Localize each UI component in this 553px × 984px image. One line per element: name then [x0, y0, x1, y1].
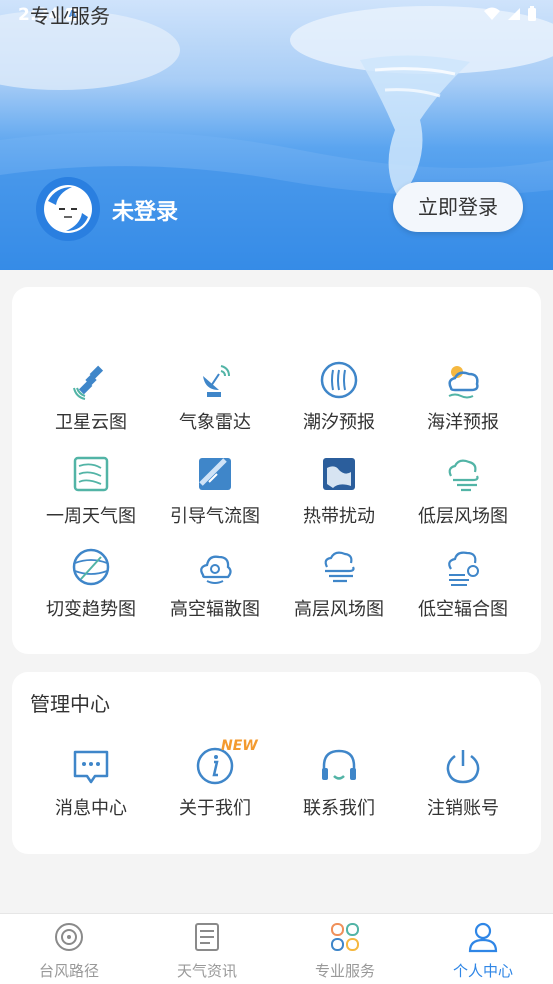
management-title: 管理中心 — [30, 692, 110, 716]
bottom-tab-bar: 台风路径 天气资讯 专业服务 个人中心 — [0, 913, 553, 984]
tab-label: 专业服务 — [314, 962, 375, 980]
power-icon — [446, 750, 480, 784]
avatar-face-icon — [44, 185, 92, 233]
grid-item-label: 潮汐预报 — [303, 412, 375, 433]
grid-item-upper-divergence[interactable]: 高空辐散图 — [153, 547, 277, 621]
tide-icon — [320, 361, 358, 399]
grid-item-label: 切变趋势图 — [46, 599, 136, 620]
grid-item-label: 联系我们 — [303, 798, 375, 819]
services-grid-icon — [331, 923, 359, 951]
grid-item-label: 关于我们 — [179, 798, 251, 819]
grid-item-radar[interactable]: 气象雷达 — [153, 360, 277, 434]
grid-item-label: 消息中心 — [55, 798, 127, 819]
battery-icon — [528, 6, 536, 21]
new-badge: NEW — [221, 738, 258, 754]
grid-item-label: 海洋预报 — [427, 412, 499, 433]
grid-item-low-convergence[interactable]: 低空辐合图 — [401, 547, 525, 621]
grid-item-label: 注销账号 — [427, 798, 499, 819]
wifi-icon — [484, 7, 500, 20]
cloud-wind-high-icon — [324, 551, 355, 583]
user-icon — [468, 922, 498, 953]
grid-item-upper-wind[interactable]: 高层风场图 — [277, 547, 401, 621]
cloud-wind-icon — [448, 459, 479, 492]
grid-item-label: 引导气流图 — [170, 506, 260, 527]
grid-item-steering-flow[interactable]: 引导气流图 — [153, 454, 277, 528]
grid-item-label: 一周天气图 — [46, 506, 136, 527]
grid-item-label: 气象雷达 — [179, 412, 251, 433]
headset-icon — [322, 749, 356, 780]
profile-header: 2:24 A 未登录 立即登录 — [0, 0, 553, 270]
grid-item-label: 卫星云图 — [55, 412, 127, 433]
grid-item-about-us[interactable]: 关于我们 — [153, 746, 277, 820]
tab-label: 天气资讯 — [176, 962, 237, 980]
login-status-text: 未登录 — [112, 200, 179, 225]
grid-item-label: 低层风场图 — [418, 506, 508, 527]
grid-item-label: 高空辐散图 — [170, 599, 260, 620]
pro-services-title: 专业服务 — [30, 4, 110, 28]
tab-weather-news[interactable]: 天气资讯 — [138, 920, 276, 981]
shear-globe-icon — [72, 548, 110, 586]
grid-item-low-wind[interactable]: 低层风场图 — [401, 454, 525, 528]
grid-item-satellite[interactable]: 卫星云图 — [29, 360, 153, 434]
satellite-icon — [73, 365, 104, 400]
grid-item-contact-us[interactable]: 联系我们 — [277, 746, 401, 820]
cloud-convergence-icon — [448, 551, 479, 586]
grid-item-cancel-account[interactable]: 注销账号 — [401, 746, 525, 820]
login-button[interactable]: 立即登录 — [393, 182, 523, 232]
grid-item-shear-trend[interactable]: 切变趋势图 — [29, 547, 153, 621]
tab-label: 个人中心 — [452, 962, 513, 980]
radar-dish-icon — [203, 365, 230, 397]
grid-item-label: 低空辐合图 — [418, 599, 508, 620]
typhoon-icon — [55, 923, 83, 951]
avatar[interactable] — [36, 177, 100, 241]
grid-item-label: 热带扰动 — [303, 506, 375, 527]
tab-pro-services[interactable]: 专业服务 — [276, 920, 414, 981]
message-icon — [73, 750, 109, 784]
grid-item-label: 高层风场图 — [294, 599, 384, 620]
weather-map-icon — [73, 456, 109, 492]
grid-item-message-center[interactable]: 消息中心 — [29, 746, 153, 820]
steering-flow-map-icon — [199, 458, 231, 490]
news-icon — [195, 923, 219, 951]
tab-personal-center[interactable]: 个人中心 — [414, 920, 552, 981]
sun-cloud-icon — [448, 366, 479, 399]
grid-item-tropical[interactable]: 热带扰动 — [277, 454, 401, 528]
tab-label: 台风路径 — [38, 962, 99, 980]
tab-typhoon-path[interactable]: 台风路径 — [0, 920, 138, 981]
grid-item-tide[interactable]: 潮汐预报 — [277, 360, 401, 434]
signal-icon — [508, 8, 520, 20]
grid-item-weekly-map[interactable]: 一周天气图 — [29, 454, 153, 528]
tropical-disturbance-map-icon — [323, 458, 355, 490]
cloud-divergence-icon — [200, 555, 232, 584]
grid-item-ocean[interactable]: 海洋预报 — [401, 360, 525, 434]
